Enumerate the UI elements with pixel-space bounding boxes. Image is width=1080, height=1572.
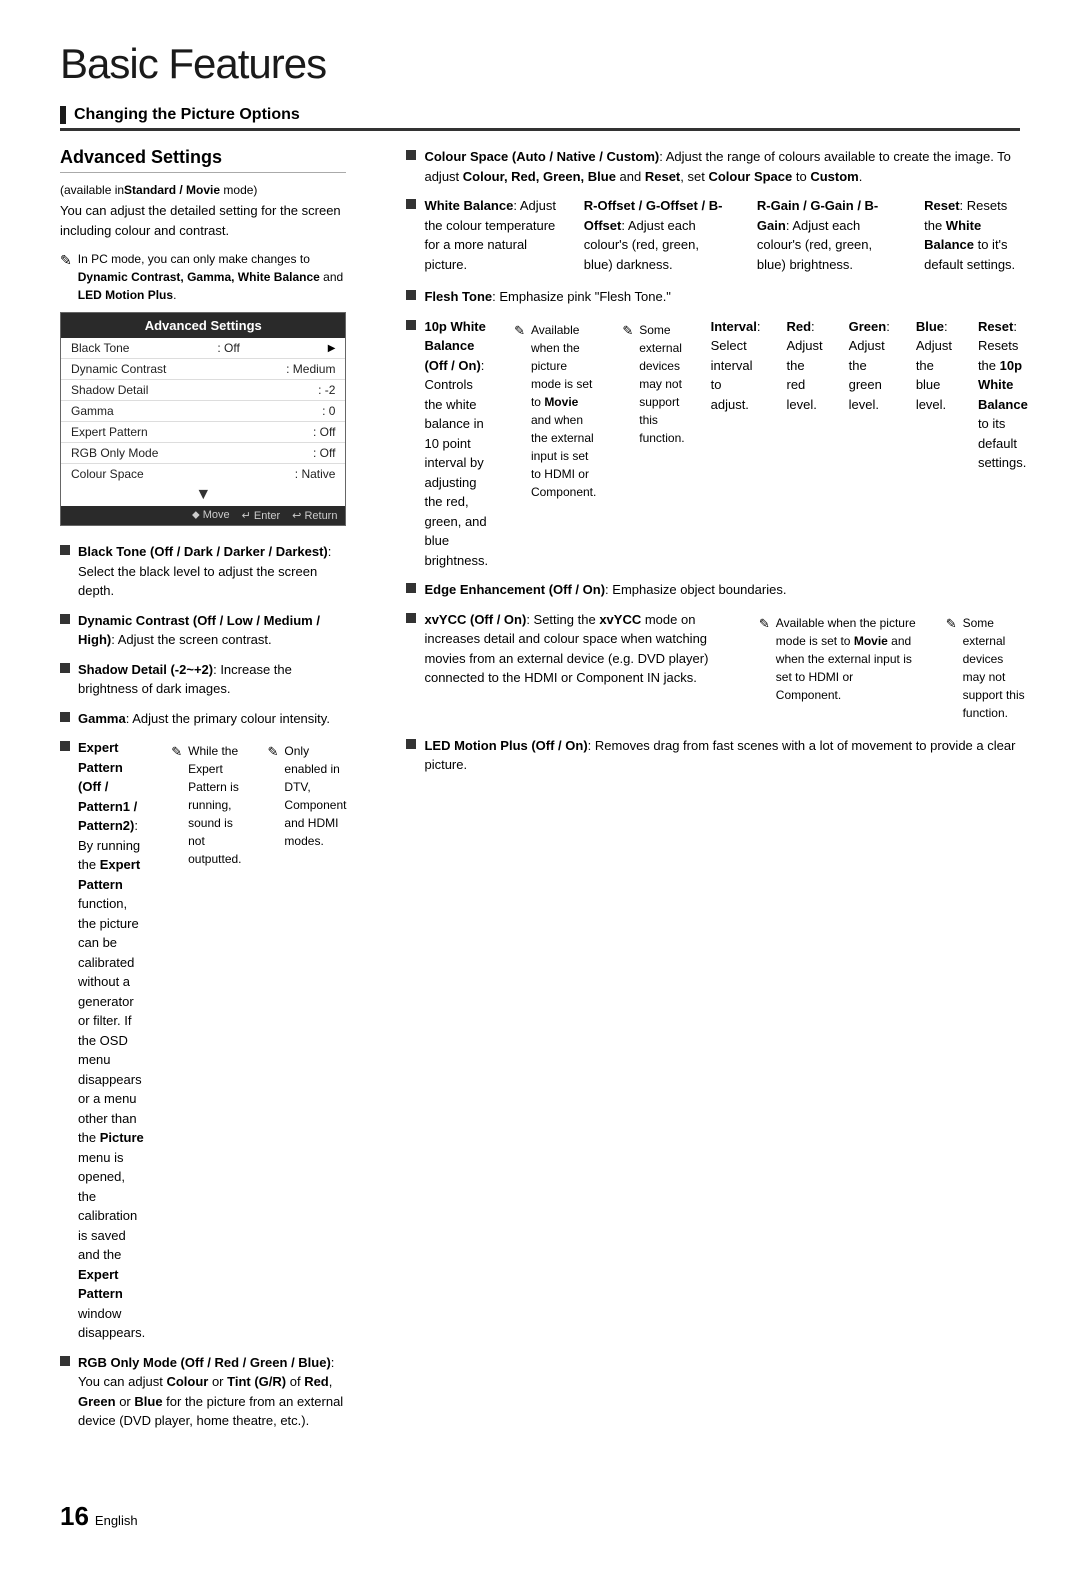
sub-item: R-Offset / G-Offset / B-Offset: Adjust e… [584,196,731,274]
bullet-icon [406,290,416,300]
bullet-icon [60,712,70,722]
list-item: Black Tone (Off / Dark / Darker / Darkes… [60,542,346,601]
right-bullet-list: Colour Space (Auto / Native / Custom): A… [406,147,1027,775]
list-item: Flesh Tone: Emphasize pink "Flesh Tone." [406,287,1027,307]
bullet-icon [406,583,416,593]
list-item: Expert Pattern (Off / Pattern1 / Pattern… [60,738,346,1343]
bullet-icon [60,614,70,624]
sub-note: ✎Available when the picture mode is set … [514,321,596,567]
table-row: Shadow Detail: -2 [61,380,345,401]
table-row: Gamma: 0 [61,401,345,422]
table-footer: ⬥ Move ↵ Enter ↩ Return [61,506,345,525]
list-item: 10p White Balance (Off / On): Controls t… [406,317,1027,571]
list-item: RGB Only Mode (Off / Red / Green / Blue)… [60,1353,346,1431]
left-column: Advanced Settings (available inStandard … [60,147,356,1441]
bullet-icon [406,739,416,749]
note-text: In PC mode, you can only make changes to… [78,250,347,304]
list-item: LED Motion Plus (Off / On): Removes drag… [406,736,1027,775]
sub-item: Blue: Adjust the blue level. [916,317,952,569]
table-row: Black Tone: Off▶ [61,338,345,359]
sub-item: Red: Adjust the red level. [786,317,822,569]
page-number-area: 16 English [60,1501,1020,1532]
list-item: Dynamic Contrast (Off / Low / Medium / H… [60,611,346,650]
bullet-icon [406,150,416,160]
sub-item: Reset: Resets the 10p White Balance to i… [978,317,1028,569]
sub-item: Green: Adjust the green level. [849,317,890,569]
sub-note: ✎Only enabled in DTV, Component and HDMI… [268,742,347,1339]
left-bullet-list: Black Tone (Off / Dark / Darker / Darkes… [60,542,346,1431]
bullet-icon [60,663,70,673]
page-title: Basic Features [60,40,1020,88]
sub-note: ✎While the Expert Pattern is running, so… [171,742,241,1339]
section-heading-text: Changing the Picture Options [74,106,300,124]
table-row: Expert Pattern: Off [61,422,345,443]
bullet-icon [60,1356,70,1366]
sub-note: ✎Available when the picture mode is set … [759,614,920,722]
list-item: xvYCC (Off / On): Setting the xvYCC mode… [406,610,1027,726]
sub-note: ✎Some external devices may not support t… [946,614,1028,722]
intro-text: You can adjust the detailed setting for … [60,201,346,240]
list-item: Edge Enhancement (Off / On): Emphasize o… [406,580,1027,600]
page-number: 16 [60,1501,89,1532]
sub-item: Reset: Resets the White Balance to it's … [924,196,1028,274]
pc-mode-note: ✎ In PC mode, you can only make changes … [60,250,346,304]
bullet-icon [406,320,416,330]
list-item: Shadow Detail (-2~+2): Increase the brig… [60,660,346,699]
bullet-icon [60,545,70,555]
sub-item: R-Gain / G-Gain / B-Gain: Adjust each co… [757,196,898,274]
available-note: (available inStandard / Movie mode) [60,183,346,197]
list-item: Colour Space (Auto / Native / Custom): A… [406,147,1027,186]
table-row: RGB Only Mode: Off [61,443,345,464]
table-row: Dynamic Contrast: Medium [61,359,345,380]
note-icon: ✎ [60,250,72,304]
list-item: Gamma: Adjust the primary colour intensi… [60,709,346,729]
table-scroll-indicator: ▼ [61,484,345,506]
subsection-heading: Advanced Settings [60,147,346,173]
bullet-icon [406,613,416,623]
bullet-icon [406,199,416,209]
right-column: Colour Space (Auto / Native / Custom): A… [396,147,1027,1441]
list-item: White Balance: Adjust the colour tempera… [406,196,1027,277]
table-body: Black Tone: Off▶Dynamic Contrast: Medium… [61,338,345,484]
page-language: English [95,1513,138,1528]
sub-item: Interval: Select interval to adjust. [711,317,761,569]
section-heading: Changing the Picture Options [60,106,1020,131]
bullet-icon [60,741,70,751]
table-row: Colour Space: Native [61,464,345,484]
table-header: Advanced Settings [61,313,345,338]
advanced-settings-table: Advanced Settings Black Tone: Off▶Dynami… [60,312,346,526]
sub-note: ✎Some external devices may not support t… [622,321,684,567]
